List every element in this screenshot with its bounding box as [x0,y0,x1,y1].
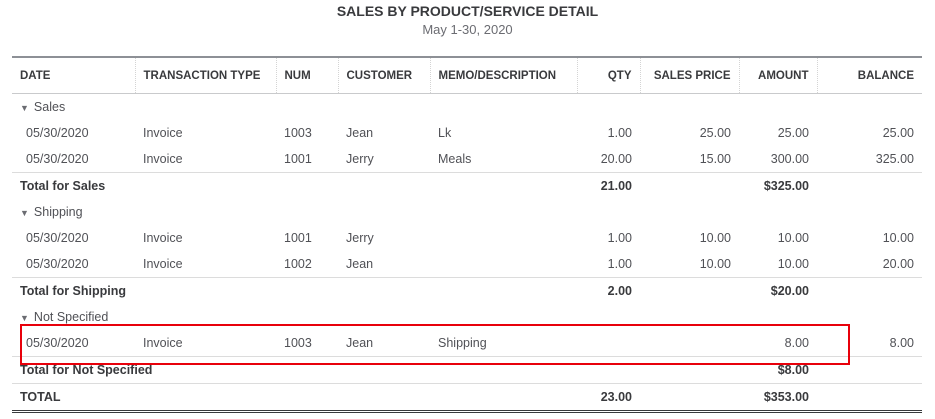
cell-date: 05/30/2020 [26,336,89,350]
column-header[interactable]: BALANCE [816,57,922,94]
group-name: Not Specified [33,310,109,324]
report-table: DATE TRANSACTION TYPE NUM CUSTOMER MEMO/DESC… [12,56,922,413]
group-name: Shipping [33,205,83,219]
grand-total-label: TOTAL [12,383,577,413]
cell-transaction-type[interactable]: Invoice [135,225,276,251]
cell-num[interactable]: 1002 [276,251,338,278]
cell-amount: 8.00 [784,336,809,350]
table-row[interactable]: 05/30/2020 Invoice 1003 Jean Shipping 8.00 8.0… [12,330,922,357]
cell-sales-price: 25.00 [699,126,731,140]
report-date-range: May 1-30, 2020 [422,22,513,37]
cell-balance: 10.00 [882,231,914,245]
cell-num[interactable]: 1003 [276,330,338,357]
cell-amount: 10.00 [777,257,809,271]
cell-amount: 10.00 [777,231,809,245]
cell-customer: Jerry [346,231,374,245]
column-header[interactable]: QTY [576,57,640,94]
caret-down-icon[interactable]: ▼ [20,313,29,323]
total-qty: 21.00 [577,172,640,199]
cell-transaction-type[interactable]: Invoice [135,146,276,173]
cell-transaction-type[interactable]: Invoice [135,251,276,278]
cell-qty [577,330,640,357]
group-header-row[interactable]: ▼ Shipping [12,199,922,225]
empty [817,383,922,413]
cell-date: 05/30/2020 [26,152,89,166]
total-label: Total for Shipping [12,277,577,304]
cell-date: 05/30/2020 [26,257,89,271]
cell-sales-price: 10.00 [699,231,731,245]
cell-transaction-type[interactable]: Invoice [135,330,276,357]
column-header[interactable]: MEMO/DESCRIPTION [429,57,577,94]
group-toggle[interactable]: ▼ Not Specified [12,304,922,330]
cell-balance: 25.00 [882,126,914,140]
empty [640,172,739,199]
cell-date: 05/30/2020 [26,231,89,245]
group-header-row[interactable]: ▼ Sales [12,94,922,121]
cell-memo-description: Meals [438,152,472,166]
cell-memo-description: Shipping [438,336,487,350]
total-amount: $8.00 [739,356,817,384]
cell-memo-description: Lk [438,126,452,140]
cell-balance: 20.00 [882,257,914,271]
empty [640,383,739,413]
cell-transaction-type[interactable]: Invoice [135,120,276,146]
group-total-row: Total for Shipping 2.00 $20.00 [12,277,922,304]
empty [640,277,739,304]
total-amount: $20.00 [739,277,817,304]
total-qty [577,356,640,384]
group-name: Sales [33,100,66,114]
column-header[interactable]: SALES PRICE [639,57,739,94]
grand-total-qty: 23.00 [577,383,640,413]
cell-sales-price: 10.00 [699,257,731,271]
cell-qty: 20.00 [600,152,632,166]
column-header[interactable]: NUM [275,57,338,94]
group-total-row: Total for Not Specified $8.00 [12,356,922,384]
table-row[interactable]: 05/30/2020 Invoice 1001 Jerry 1.00 10.00 10.00… [12,225,922,251]
group-toggle[interactable]: ▼ Sales [12,94,922,121]
cell-memo-description [430,225,577,251]
cell-sales-price: 15.00 [699,152,731,166]
group-total-row: Total for Sales 21.00 $325.00 [12,172,922,199]
total-amount: $325.00 [739,172,817,199]
total-qty: 2.00 [577,277,640,304]
empty [817,356,922,384]
table-row[interactable]: 05/30/2020 Invoice 1003 Jean Lk 1.00 25.00 25.0… [12,120,922,146]
column-header[interactable]: CUSTOMER [337,57,430,94]
empty [817,172,922,199]
cell-sales-price [640,330,739,357]
grand-total-amount: $353.00 [739,383,817,413]
cell-customer: Jean [346,126,374,140]
caret-down-icon[interactable]: ▼ [20,208,29,218]
cell-qty: 1.00 [607,257,632,271]
table-row[interactable]: 05/30/2020 Invoice 1001 Jerry Meals 20.00 15.0… [12,146,922,173]
column-header[interactable]: AMOUNT [738,57,817,94]
grand-total-row: TOTAL 23.00 $353.00 [12,383,922,413]
empty [640,356,739,384]
cell-date: 05/30/2020 [26,126,89,140]
cell-qty: 1.00 [607,231,632,245]
total-label: Total for Sales [12,172,577,199]
empty [817,277,922,304]
caret-down-icon[interactable]: ▼ [20,103,29,113]
cell-num[interactable]: 1001 [276,225,338,251]
cell-num[interactable]: 1001 [276,146,338,173]
cell-customer: Jean [346,257,374,271]
cell-customer: Jerry [346,152,374,166]
table-row[interactable]: 05/30/2020 Invoice 1002 Jean 1.00 10.00 10.00 2… [12,251,922,278]
cell-memo-description [430,251,577,278]
cell-amount: 25.00 [777,126,809,140]
cell-customer: Jean [346,336,374,350]
group-header-row[interactable]: ▼ Not Specified [12,304,922,330]
column-header[interactable]: TRANSACTION TYPE [134,57,276,94]
header-row: DATE TRANSACTION TYPE NUM CUSTOMER MEMO/DESC… [12,57,922,94]
total-label: Total for Not Specified [12,356,577,384]
cell-balance: 325.00 [875,152,914,166]
cell-qty: 1.00 [607,126,632,140]
cell-num[interactable]: 1003 [276,120,338,146]
column-header[interactable]: DATE [12,57,135,94]
group-toggle[interactable]: ▼ Shipping [12,199,922,225]
report-title: SALES BY PRODUCT/SERVICE DETAIL [336,3,599,19]
cell-balance: 8.00 [889,336,914,350]
cell-amount: 300.00 [770,152,809,166]
